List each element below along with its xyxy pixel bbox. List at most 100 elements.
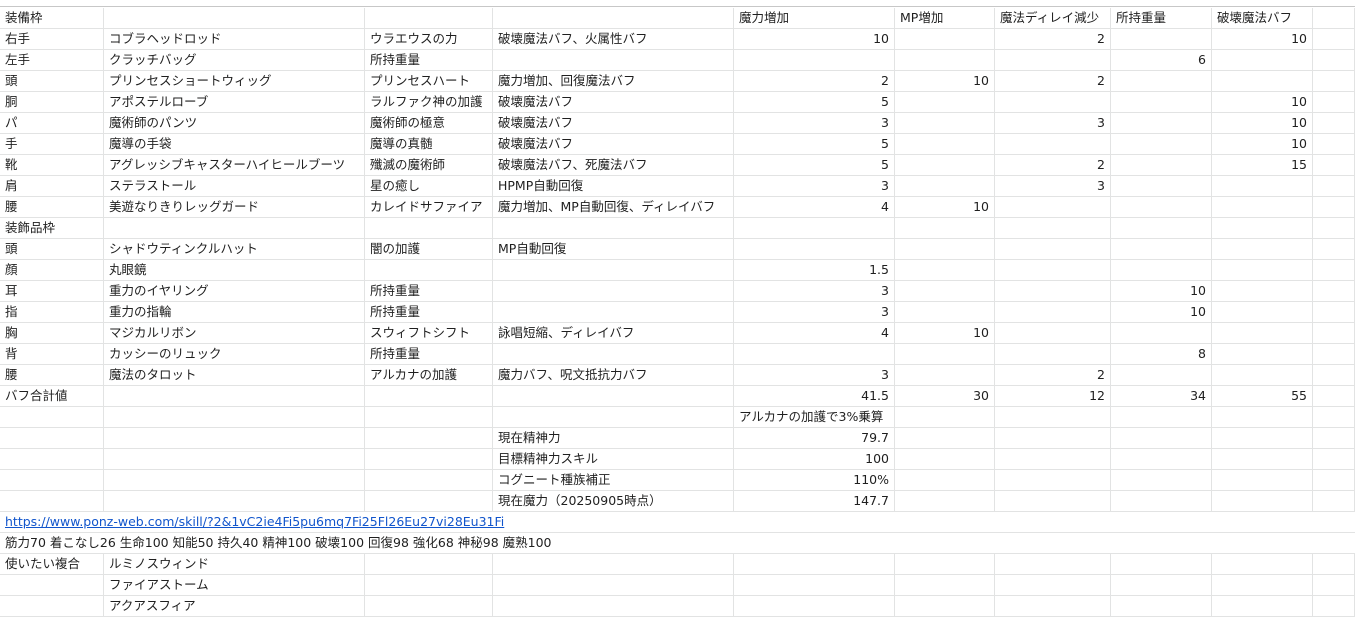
sheet-cell[interactable] <box>1212 365 1313 386</box>
sheet-cell[interactable] <box>493 50 734 71</box>
sheet-cell[interactable] <box>895 491 995 512</box>
sheet-cell[interactable] <box>493 554 734 575</box>
sheet-cell[interactable]: 頭 <box>0 239 104 260</box>
sheet-cell[interactable] <box>1313 323 1355 344</box>
sheet-cell[interactable] <box>1313 470 1355 491</box>
sheet-cell[interactable] <box>1313 260 1355 281</box>
sheet-cell[interactable] <box>365 8 493 29</box>
sheet-cell[interactable] <box>104 449 365 470</box>
sheet-cell[interactable] <box>895 428 995 449</box>
sheet-cell[interactable] <box>0 575 104 596</box>
sheet-cell[interactable]: 左手 <box>0 50 104 71</box>
sheet-cell[interactable]: ラルファク神の加護 <box>365 92 493 113</box>
sheet-cell[interactable] <box>1111 575 1212 596</box>
sheet-cell[interactable] <box>0 596 104 617</box>
sheet-cell[interactable] <box>895 596 995 617</box>
sheet-cell[interactable]: 重力のイヤリング <box>104 281 365 302</box>
sheet-cell[interactable] <box>995 428 1111 449</box>
sheet-cell[interactable] <box>995 50 1111 71</box>
sheet-cell[interactable] <box>1111 428 1212 449</box>
sheet-cell[interactable]: 破壊魔法バフ、火属性バフ <box>493 29 734 50</box>
sheet-cell[interactable] <box>1212 470 1313 491</box>
sheet-cell[interactable] <box>1313 302 1355 323</box>
sheet-cell[interactable]: 147.7 <box>734 491 895 512</box>
sheet-cell[interactable] <box>0 491 104 512</box>
skill-values-cell[interactable]: 筋力70 着こなし26 生命100 知能50 持久40 精神100 破壊100 … <box>0 533 1355 554</box>
sheet-cell[interactable]: 41.5 <box>734 386 895 407</box>
sheet-cell[interactable]: 3 <box>734 281 895 302</box>
sheet-cell[interactable]: 現在魔力（20250905時点） <box>493 491 734 512</box>
sheet-cell[interactable] <box>1212 428 1313 449</box>
sheet-cell[interactable] <box>995 323 1111 344</box>
sheet-cell[interactable]: 装飾品枠 <box>0 218 104 239</box>
sheet-cell[interactable] <box>1212 50 1313 71</box>
sheet-cell[interactable] <box>1212 218 1313 239</box>
sheet-cell[interactable] <box>1111 176 1212 197</box>
sheet-cell[interactable]: 破壊魔法バフ <box>493 92 734 113</box>
sheet-cell[interactable] <box>995 470 1111 491</box>
sheet-cell[interactable]: 10 <box>1212 134 1313 155</box>
sheet-cell[interactable] <box>895 575 995 596</box>
sheet-cell[interactable]: 現在精神力 <box>493 428 734 449</box>
sheet-cell[interactable] <box>1111 407 1212 428</box>
sheet-cell[interactable]: 110% <box>734 470 895 491</box>
sheet-cell[interactable]: 6 <box>1111 50 1212 71</box>
sheet-cell[interactable] <box>1111 491 1212 512</box>
sheet-cell[interactable] <box>1313 92 1355 113</box>
sheet-cell[interactable]: 10 <box>734 29 895 50</box>
sheet-cell[interactable]: 魔力増加、回復魔法バフ <box>493 71 734 92</box>
sheet-cell[interactable]: 2 <box>995 365 1111 386</box>
sheet-cell[interactable] <box>995 281 1111 302</box>
sheet-cell[interactable]: 指 <box>0 302 104 323</box>
sheet-cell[interactable]: 15 <box>1212 155 1313 176</box>
sheet-cell[interactable]: 2 <box>995 29 1111 50</box>
sheet-cell[interactable] <box>895 29 995 50</box>
sheet-cell[interactable]: 魔力バフ、呪文抵抗力バフ <box>493 365 734 386</box>
sheet-cell[interactable]: ウラエウスの力 <box>365 29 493 50</box>
sheet-cell[interactable]: 胴 <box>0 92 104 113</box>
sheet-cell[interactable] <box>1313 29 1355 50</box>
sheet-cell[interactable]: 5 <box>734 134 895 155</box>
sheet-cell[interactable]: 2 <box>995 71 1111 92</box>
sheet-cell[interactable]: 2 <box>995 155 1111 176</box>
sheet-cell[interactable]: ルミノスウィンド <box>104 554 365 575</box>
sheet-cell[interactable] <box>1111 197 1212 218</box>
sheet-cell[interactable] <box>1111 71 1212 92</box>
sheet-cell[interactable] <box>493 596 734 617</box>
sheet-cell[interactable]: 所持重量 <box>365 50 493 71</box>
sheet-cell[interactable] <box>895 50 995 71</box>
sheet-cell[interactable] <box>1313 281 1355 302</box>
sheet-cell[interactable]: バフ合計値 <box>0 386 104 407</box>
sheet-cell[interactable] <box>1111 113 1212 134</box>
sheet-cell[interactable]: 100 <box>734 449 895 470</box>
sheet-cell[interactable] <box>1313 134 1355 155</box>
sheet-cell[interactable] <box>995 218 1111 239</box>
sheet-cell[interactable] <box>1111 554 1212 575</box>
sheet-cell[interactable] <box>1111 596 1212 617</box>
sheet-cell[interactable]: 所持重量 <box>365 302 493 323</box>
sheet-cell[interactable]: 魔力増加 <box>734 8 895 29</box>
sheet-cell[interactable]: 所持重量 <box>365 344 493 365</box>
sheet-cell[interactable]: シャドウティンクルハット <box>104 239 365 260</box>
sheet-cell[interactable]: 装備枠 <box>0 8 104 29</box>
sheet-cell[interactable] <box>104 218 365 239</box>
sheet-cell[interactable]: 丸眼鏡 <box>104 260 365 281</box>
sheet-cell[interactable] <box>734 239 895 260</box>
sheet-cell[interactable]: 魔導の手袋 <box>104 134 365 155</box>
sheet-cell[interactable]: 胸 <box>0 323 104 344</box>
sheet-cell[interactable] <box>104 407 365 428</box>
sheet-cell[interactable]: アクアスフィア <box>104 596 365 617</box>
sheet-cell[interactable] <box>1212 71 1313 92</box>
sheet-cell[interactable] <box>895 176 995 197</box>
sheet-cell[interactable] <box>1313 407 1355 428</box>
sheet-cell[interactable] <box>493 407 734 428</box>
sheet-cell[interactable] <box>1111 239 1212 260</box>
spreadsheet-grid[interactable]: 装備枠 魔力増加 MP増加 魔法ディレイ減少 所持重量 破壊魔法バフ 右手 コブラヘッドロッド… <box>0 0 1355 630</box>
sheet-cell[interactable] <box>995 260 1111 281</box>
sheet-cell[interactable]: 8 <box>1111 344 1212 365</box>
sheet-cell[interactable] <box>1111 92 1212 113</box>
sheet-cell[interactable]: コグニート種族補正 <box>493 470 734 491</box>
sheet-cell[interactable]: アルカナの加護 <box>365 365 493 386</box>
sheet-cell[interactable]: 10 <box>1111 281 1212 302</box>
sheet-cell[interactable]: 3 <box>734 176 895 197</box>
